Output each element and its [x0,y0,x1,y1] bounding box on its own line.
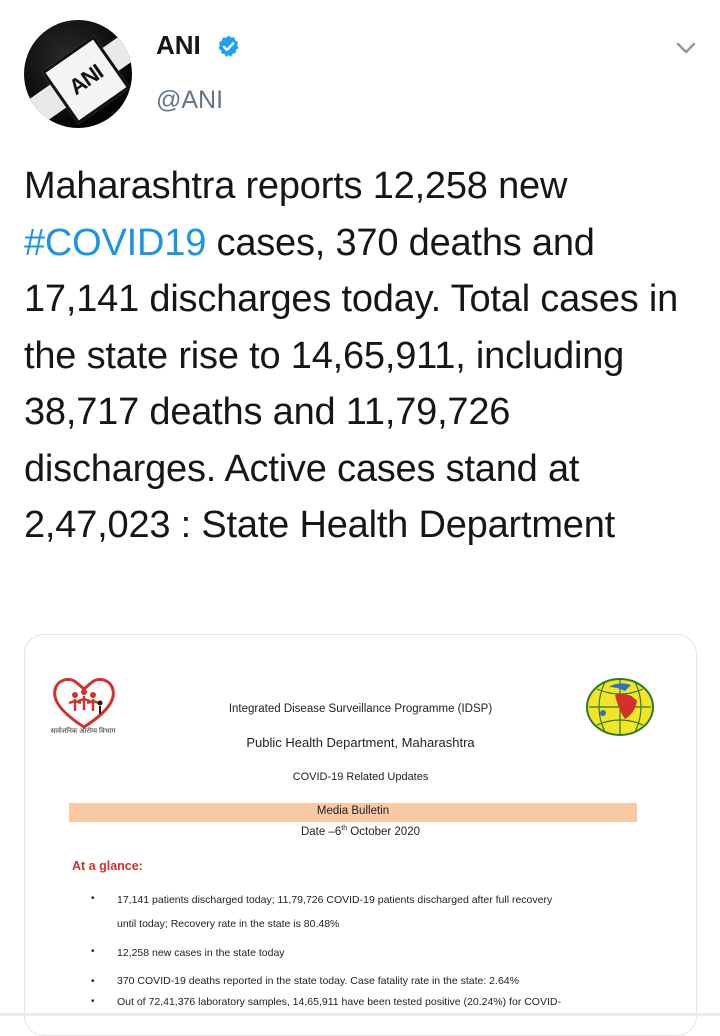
bullet-dot: • [91,996,95,1007]
display-name[interactable]: ANI [156,30,201,61]
media-card[interactable]: सार्वजनिक आरोग्य विभाग Integrated Diseas… [24,634,697,1036]
tweet-text: Maharashtra reports 12,258 new #COVID19 … [24,158,694,554]
avatar-logo-text: ANI [64,59,108,100]
bullet-text: 370 COVID-19 deaths reported in the stat… [117,975,519,987]
health-department-logo-icon [53,678,115,729]
bulletin-image: सार्वजनिक आरोग्य विभाग Integrated Diseas… [25,635,696,1035]
bullet-text-continued: until today; Recovery rate in the state … [117,918,340,930]
bullet-dot: • [91,893,95,904]
date-prefix: Date –6 [300,825,342,838]
bullet-dot: • [91,976,95,987]
media-bulletin-title: Media Bulletin [316,805,390,817]
tweet-text-part: Maharashtra reports 12,258 new [24,165,568,207]
idsp-heading: Integrated Disease Surveillance Programm… [228,703,493,715]
avatar[interactable]: ANI [24,20,132,128]
bullet-text: 17,141 patients discharged today; 11,79,… [117,894,553,906]
chevron-down-icon[interactable] [672,36,700,60]
verified-badge-icon [218,35,239,57]
tweet-text-part: cases, 370 deaths and 17,141 discharges … [24,221,679,547]
bullet-dot: • [91,946,95,957]
date-suffix: October 2020 [347,825,420,838]
hashtag-link[interactable]: #COVID19 [24,222,206,264]
bullet-text: 12,258 new cases in the state today [117,947,285,959]
department-heading: Public Health Department, Maharashtra [246,735,475,750]
handle[interactable]: @ANI [156,86,223,115]
bullet-text: Out of 72,41,376 laboratory samples, 14,… [117,996,561,1008]
at-a-glance-heading: At a glance: [72,859,143,873]
updates-heading: COVID-19 Related Updates [292,771,429,783]
bulletin-date: Date –6th October 2020 [25,825,696,838]
